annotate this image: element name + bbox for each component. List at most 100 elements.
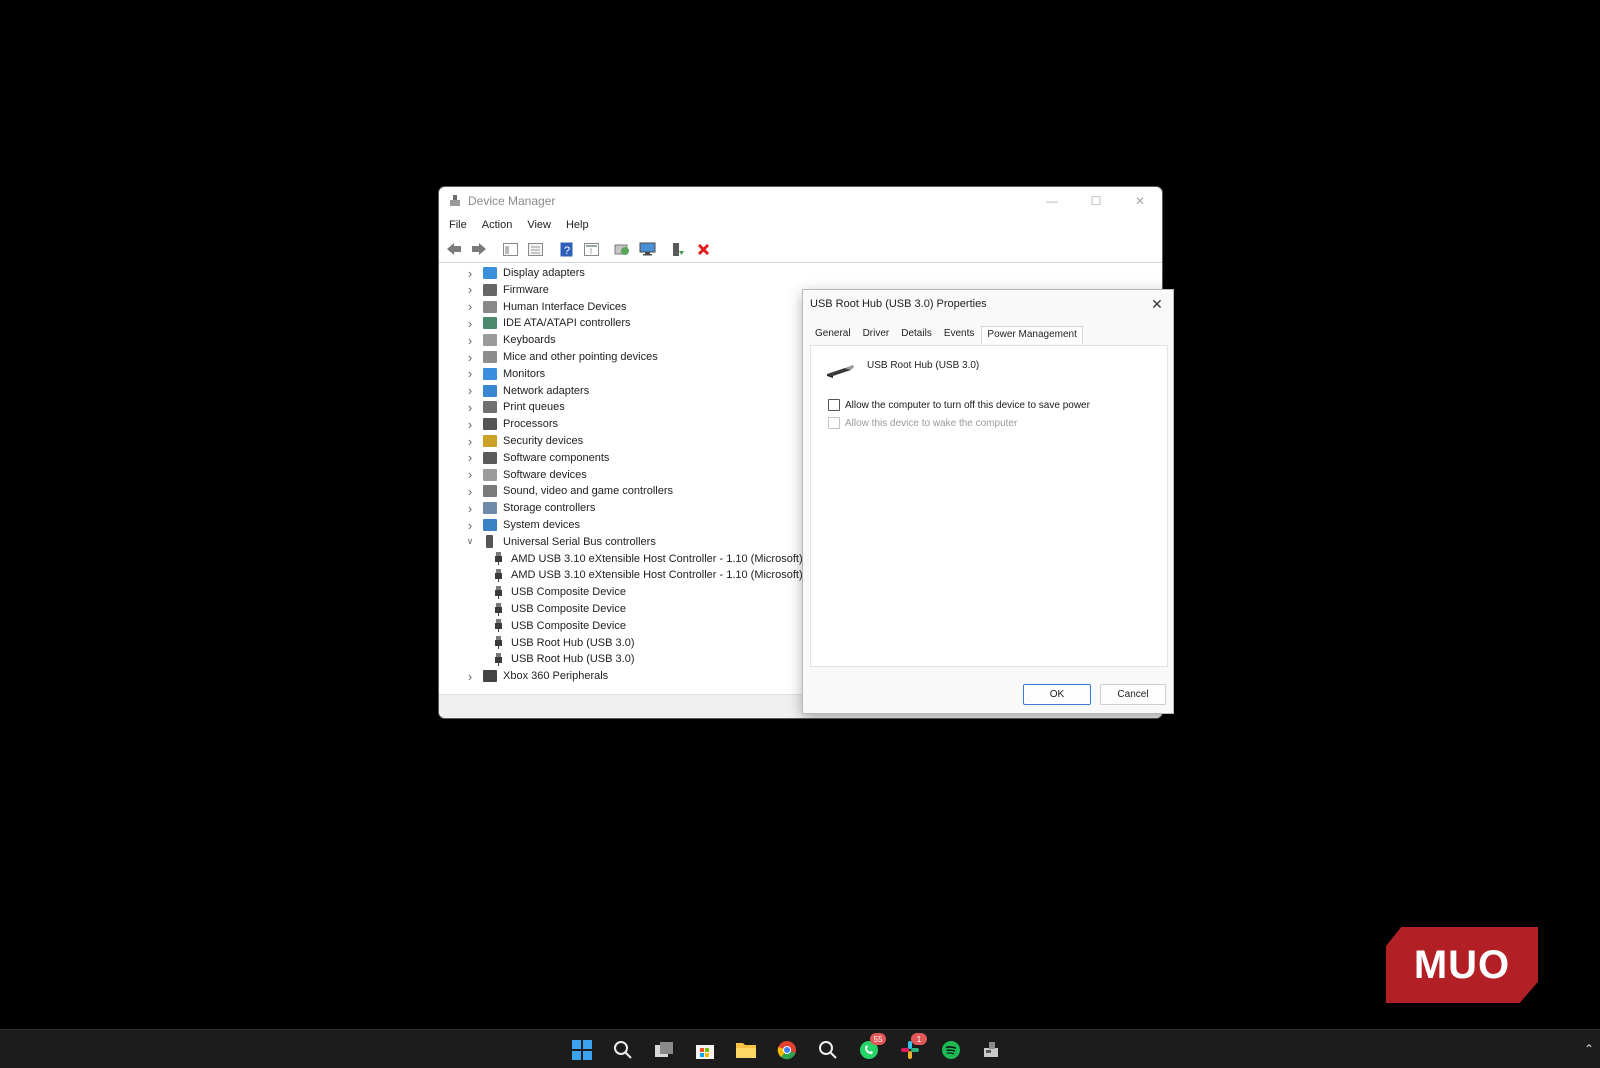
tree-category-item[interactable]: › Xbox 360 Peripherals [464, 668, 608, 684]
view-toggle-button[interactable] [580, 238, 602, 260]
show-hidden-icons-chevron-icon[interactable]: ⌃ [1584, 1042, 1594, 1056]
tree-child-item[interactable]: AMD USB 3.10 eXtensible Host Controller … [494, 551, 803, 567]
tree-category-item[interactable]: › Keyboards [464, 332, 556, 348]
chevron-down-icon[interactable]: ∨ [464, 536, 476, 547]
chevron-right-icon[interactable]: › [464, 518, 476, 533]
menu-bar: File Action View Help [439, 214, 1162, 236]
tree-category-item[interactable]: › Network adapters [464, 383, 589, 399]
task-view-button[interactable] [653, 1039, 675, 1061]
view-toggle-icon [583, 242, 599, 256]
menu-view[interactable]: View [527, 219, 551, 231]
help-button[interactable]: ? [555, 238, 577, 260]
chevron-right-icon[interactable]: › [464, 669, 476, 684]
usb-icon [494, 602, 502, 616]
tree-child-item[interactable]: USB Composite Device [494, 601, 626, 617]
properties-button[interactable] [524, 238, 546, 260]
tree-child-item[interactable]: USB Composite Device [494, 584, 626, 600]
tree-child-item[interactable]: USB Composite Device [494, 618, 626, 634]
chevron-right-icon[interactable]: › [464, 366, 476, 381]
tree-category-item[interactable]: › Firmware [464, 282, 549, 298]
chevron-right-icon[interactable]: › [464, 266, 476, 281]
tree-category-item[interactable]: › Mice and other pointing devices [464, 349, 658, 365]
tab-driver[interactable]: Driver [858, 326, 895, 344]
view-icon [527, 242, 543, 256]
tree-category-item[interactable]: › Print queues [464, 399, 565, 415]
tree-category-item[interactable]: › IDE ATA/ATAPI controllers [464, 315, 631, 331]
uninstall-button[interactable] [692, 238, 714, 260]
menu-action[interactable]: Action [482, 219, 513, 231]
chevron-right-icon[interactable]: › [464, 417, 476, 432]
tree-category-item[interactable]: › Software components [464, 450, 610, 466]
security-device-icon [483, 435, 497, 447]
dialog-close-button[interactable]: ✕ [1141, 290, 1173, 318]
maximize-button[interactable]: ☐ [1074, 187, 1118, 214]
chevron-right-icon[interactable]: › [464, 333, 476, 348]
chevron-right-icon[interactable]: › [464, 501, 476, 516]
ide-icon [483, 317, 497, 330]
cancel-button[interactable]: Cancel [1100, 684, 1166, 705]
chevron-right-icon[interactable]: › [464, 350, 476, 365]
monitor-button[interactable] [636, 238, 658, 260]
chevron-right-icon[interactable]: › [464, 400, 476, 415]
close-button[interactable]: ✕ [1118, 187, 1162, 214]
start-button[interactable] [571, 1039, 593, 1061]
search-button[interactable] [612, 1039, 634, 1061]
menu-file[interactable]: File [449, 219, 467, 231]
chevron-right-icon[interactable]: › [464, 282, 476, 297]
chevron-right-icon[interactable]: › [464, 450, 476, 465]
tree-category-item[interactable]: › Security devices [464, 433, 583, 449]
tree-category-item[interactable]: › System devices [464, 517, 580, 533]
tab-details[interactable]: Details [896, 326, 937, 344]
tab-events[interactable]: Events [939, 326, 980, 344]
tab-general[interactable]: General [810, 326, 856, 344]
tree-category-item[interactable]: › Processors [464, 416, 558, 432]
device-manager-taskbar-button[interactable] [981, 1039, 1003, 1061]
scan-hardware-button[interactable] [611, 238, 633, 260]
back-button[interactable] [443, 238, 465, 260]
tree-category-item[interactable]: › Monitors [464, 366, 545, 382]
device-manager-icon [984, 1042, 998, 1057]
chevron-right-icon[interactable]: › [464, 484, 476, 499]
chevron-right-icon[interactable]: › [464, 434, 476, 449]
tree-item-label: AMD USB 3.10 eXtensible Host Controller … [511, 569, 803, 582]
tree-category-item[interactable]: ∨ Universal Serial Bus controllers [464, 534, 656, 550]
forward-button[interactable] [468, 238, 490, 260]
tree-category-item[interactable]: › Sound, video and game controllers [464, 483, 673, 499]
store-icon [696, 1045, 714, 1059]
firmware-icon [483, 283, 497, 296]
forward-icon [472, 243, 486, 255]
start-icon [572, 1040, 592, 1060]
allow-turn-off-checkbox[interactable] [828, 399, 840, 411]
chrome-button[interactable] [776, 1039, 798, 1061]
tree-item-label: USB Composite Device [511, 619, 626, 632]
whatsapp-button[interactable]: 55 [858, 1033, 886, 1061]
tree-category-item[interactable]: › Software devices [464, 467, 587, 483]
file-explorer-button[interactable] [735, 1039, 757, 1061]
chevron-right-icon[interactable]: › [464, 316, 476, 331]
tree-child-item[interactable]: USB Root Hub (USB 3.0) [494, 635, 635, 651]
tree-category-item[interactable]: › Display adapters [464, 265, 585, 281]
update-driver-button[interactable] [667, 238, 689, 260]
network-adapter-icon [483, 384, 497, 397]
usb-icon [494, 636, 502, 650]
tab-power-management[interactable]: Power Management [981, 326, 1083, 344]
chevron-right-icon[interactable]: › [464, 383, 476, 398]
tree-category-item[interactable]: › Human Interface Devices [464, 299, 627, 315]
show-hide-console-tree-button[interactable] [499, 238, 521, 260]
menu-help[interactable]: Help [566, 219, 589, 231]
tree-category-item[interactable]: › Storage controllers [464, 500, 596, 516]
monitor-icon [483, 367, 497, 380]
slack-button[interactable]: 1 [899, 1033, 927, 1061]
chevron-right-icon[interactable]: › [464, 299, 476, 314]
tree-child-item[interactable]: AMD USB 3.10 eXtensible Host Controller … [494, 567, 803, 583]
search-app-button[interactable] [817, 1039, 839, 1061]
allow-turn-off-row[interactable]: Allow the computer to turn off this devi… [828, 399, 1090, 411]
ok-button[interactable]: OK [1023, 684, 1091, 705]
minimize-button[interactable]: — [1030, 187, 1074, 214]
processor-icon [483, 418, 497, 431]
spotify-button[interactable] [940, 1039, 962, 1061]
tree-child-item[interactable]: USB Root Hub (USB 3.0) [494, 651, 635, 667]
chevron-right-icon[interactable]: › [464, 467, 476, 482]
store-button[interactable] [694, 1039, 716, 1061]
speaker-icon [483, 485, 497, 498]
